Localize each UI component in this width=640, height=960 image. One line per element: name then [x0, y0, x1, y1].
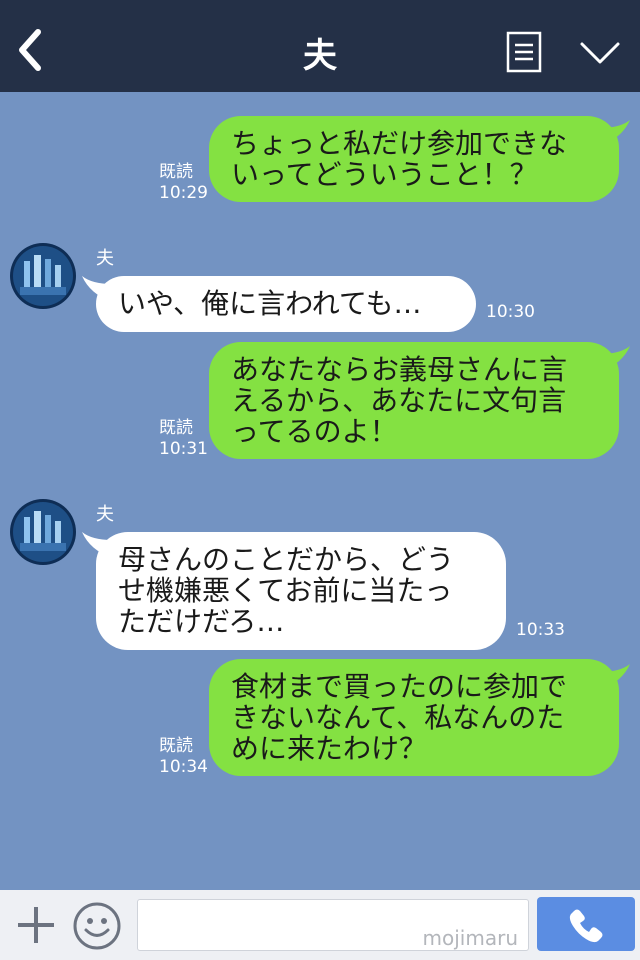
- collapse-button[interactable]: [576, 36, 624, 70]
- menu-list-icon: [506, 31, 542, 73]
- chevron-left-icon: [19, 29, 41, 71]
- back-button[interactable]: [12, 26, 52, 74]
- message-line: いってどういうこと！？: [231, 158, 538, 191]
- read-receipt: 既読: [159, 736, 193, 756]
- message-line: ってるのよ！: [231, 415, 398, 448]
- input-bar: mojimaru: [0, 890, 640, 960]
- chat-title: 夫: [303, 36, 337, 76]
- avatar[interactable]: [10, 243, 76, 309]
- emoji-button[interactable]: [72, 901, 122, 951]
- avatar-image: [10, 243, 76, 309]
- message-line: ちょっと私だけ参加できな: [231, 127, 568, 160]
- message-line: めに来たわけ？: [231, 732, 428, 765]
- message-line: ただけだろ…: [118, 605, 285, 638]
- chevron-down-icon: [580, 42, 620, 64]
- message-bubble-received[interactable]: いや、俺に言われても…: [96, 276, 476, 332]
- sender-name: 夫: [96, 248, 114, 269]
- message-time: 10:34: [159, 757, 208, 777]
- message-input[interactable]: mojimaru: [137, 899, 529, 951]
- message-line: 母さんのことだから、どう: [118, 543, 455, 576]
- message-meta: 既読 10:29: [159, 162, 208, 204]
- message-time: 10:31: [159, 439, 208, 459]
- message-time: 10:33: [516, 620, 565, 640]
- message-line: きないなんて、私なんのた: [231, 701, 565, 734]
- message-time: 10:29: [159, 183, 208, 203]
- message-line: せ機嫌悪くてお前に当たっ: [118, 574, 453, 607]
- phone-icon: [569, 909, 603, 943]
- avatar-image: [10, 499, 76, 565]
- message-bubble-received[interactable]: 母さんのことだから、どう せ機嫌悪くてお前に当たっ ただけだろ…: [96, 532, 506, 650]
- avatar[interactable]: [10, 499, 76, 565]
- chat-area[interactable]: 既読 10:29 ちょっと私だけ参加できな いってどういうこと！？ 夫 いや、俺…: [0, 92, 640, 890]
- message-bubble-sent[interactable]: 食材まで買ったのに参加で きないなんて、私なんのた めに来たわけ？: [209, 659, 619, 776]
- menu-button[interactable]: [504, 30, 544, 74]
- smiley-icon: [73, 902, 121, 950]
- message-line: いや、俺に言われても…: [118, 287, 422, 320]
- message-bubble-sent[interactable]: あなたならお義母さんに言 えるから、あなたに文句言 ってるのよ！: [209, 342, 619, 459]
- sender-name: 夫: [96, 504, 114, 525]
- watermark-text: mojimaru: [422, 926, 518, 950]
- call-button[interactable]: [537, 897, 635, 951]
- message-line: 食材まで買ったのに参加で: [231, 670, 568, 703]
- attach-button[interactable]: [14, 903, 58, 947]
- message-meta: 既読 10:31: [159, 418, 208, 460]
- message-time: 10:30: [486, 302, 535, 322]
- chat-header: 夫: [0, 0, 640, 92]
- read-receipt: 既読: [159, 418, 193, 438]
- message-line: えるから、あなたに文句言: [231, 384, 567, 417]
- message-bubble-sent[interactable]: ちょっと私だけ参加できな いってどういうこと！？: [209, 116, 619, 202]
- message-meta: 既読 10:34: [159, 736, 208, 778]
- message-line: あなたならお義母さんに言: [231, 353, 568, 386]
- read-receipt: 既読: [159, 162, 193, 182]
- plus-icon: [18, 907, 54, 943]
